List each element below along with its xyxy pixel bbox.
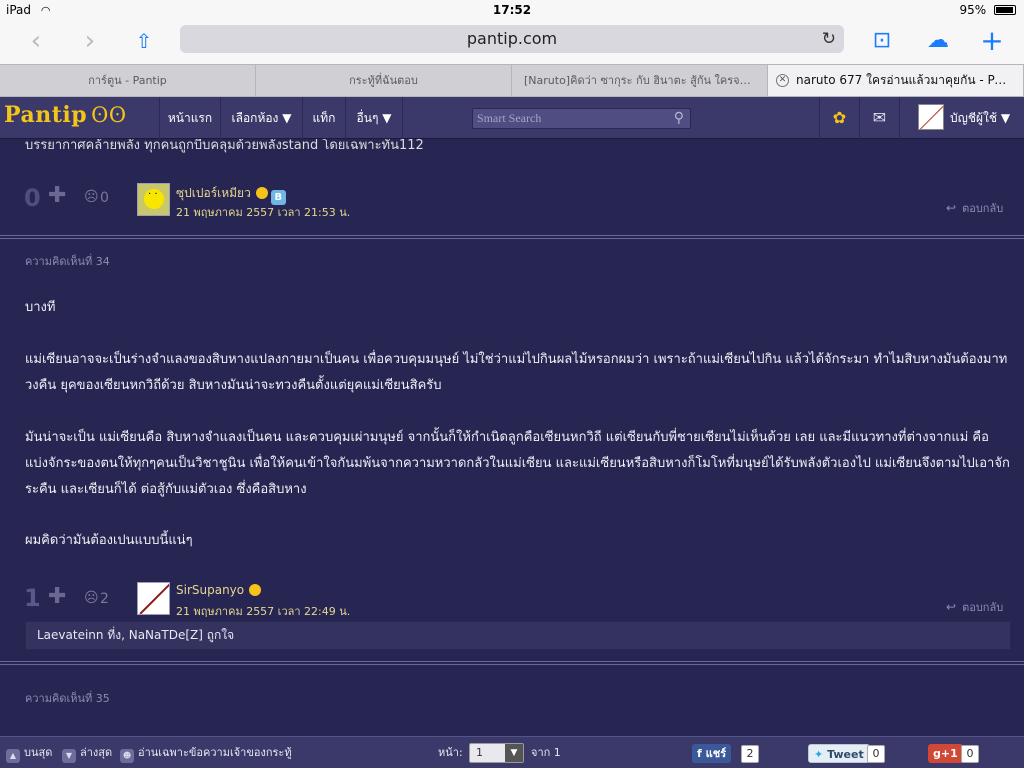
scroll-bottom-label: ล่างสุด xyxy=(80,746,113,759)
scroll-bottom-button[interactable]: ▼ ล่างสุด xyxy=(62,737,112,768)
user-avatar-icon[interactable] xyxy=(918,104,944,130)
nav-select-room[interactable]: เลือกห้อง ▼ xyxy=(220,97,302,139)
post-date: 21 พฤษภาคม 2557 เวลา 21:53 น. xyxy=(176,206,351,219)
url-text: pantip.com xyxy=(466,29,558,48)
mail-icon[interactable]: ✉ xyxy=(859,97,899,139)
browser-tabs: การ์ตูน - Pantip กระทู้ที่ฉันตอบ [Naruto… xyxy=(0,64,1024,97)
emotion-count: 2 xyxy=(100,591,109,607)
likes-summary: Laevateinn ที่ง, NaNaTDe[Z] ถูกใจ xyxy=(25,621,1011,650)
tab-my-replies[interactable]: กระทู้ที่ฉันตอบ xyxy=(256,65,512,96)
pantip-logo[interactable]: Pantip ʘʘ xyxy=(4,102,127,128)
share-icon[interactable]: ⇧ xyxy=(128,26,160,58)
smart-search: ⚲ xyxy=(472,108,691,129)
bookmarks-icon[interactable]: ⊡ xyxy=(866,26,898,58)
tweet-button[interactable]: ✦ Tweet xyxy=(808,744,870,763)
page-label: หน้า: xyxy=(438,746,463,759)
reply-label: ตอบกลับ xyxy=(962,601,1004,614)
battery-percent: 95% xyxy=(959,3,987,17)
avatar[interactable] xyxy=(137,582,170,615)
close-tab-icon[interactable]: ✕ xyxy=(776,74,789,87)
thread-content: บรรยากาศคล้ายพลัง ทุกคนถูกบีบคลุมด้วยพลั… xyxy=(0,139,1024,736)
reply-button[interactable]: ↩ ตอบกลับ xyxy=(946,199,1003,217)
chat-icon[interactable]: ✿ xyxy=(819,97,859,139)
status-right: 95% xyxy=(959,3,1016,17)
tab-cartoon[interactable]: การ์ตูน - Pantip xyxy=(0,65,256,96)
facebook-share-button[interactable]: f แชร์ xyxy=(692,744,732,763)
emotion-icon[interactable]: ☹ xyxy=(84,590,99,606)
arrow-up-icon: ▲ xyxy=(6,749,20,763)
status-time: 17:52 xyxy=(492,3,532,17)
forward-icon[interactable]: › xyxy=(74,26,106,58)
emoticon-icon xyxy=(249,584,262,596)
back-icon[interactable]: ‹ xyxy=(20,26,52,58)
google-plus-button[interactable]: g+1 xyxy=(928,744,963,763)
account-label[interactable]: บัญชีผู้ใช้ ▼ xyxy=(950,97,1010,139)
page-select-value: 1 xyxy=(476,746,483,759)
comment-divider xyxy=(0,661,1024,665)
google-plus-label: +1 xyxy=(940,747,958,760)
pantip-navbar: Pantip ʘʘ หน้าแรก เลือกห้อง ▼ แท็ก อื่นๆ … xyxy=(0,97,1024,139)
facebook-share-count: 2 xyxy=(741,745,759,763)
vote-count: 0 xyxy=(24,184,41,212)
search-icon[interactable]: ⚲ xyxy=(674,109,684,128)
reply-label: ตอบกลับ xyxy=(962,202,1004,215)
emotion-icon[interactable]: ☹ xyxy=(84,189,99,205)
battery-icon xyxy=(994,5,1016,15)
google-plus-count: 0 xyxy=(961,745,979,763)
emoticon-icon xyxy=(255,187,268,199)
page-select[interactable]: 1 ▼ xyxy=(469,743,524,763)
page-total: จาก 1 xyxy=(531,746,561,759)
owner-only-button[interactable]: ☻ อ่านเฉพาะข้อความเจ้าของกระทู้ xyxy=(120,737,292,768)
username[interactable]: SirSupanyo xyxy=(176,583,262,597)
google-plus-icon: g xyxy=(933,747,941,760)
scroll-top-label: บนสุด xyxy=(24,746,53,759)
plus-vote-icon[interactable]: ✚ xyxy=(48,183,66,208)
vote-count: 1 xyxy=(24,584,41,612)
icloud-tabs-icon[interactable]: ☁ xyxy=(922,26,954,58)
comment-paragraph: ผมคิดว่ามันต้องเปนแบบนี้แน่ๆ xyxy=(25,533,193,548)
reply-icon: ↩ xyxy=(946,201,957,215)
new-tab-icon[interactable]: + xyxy=(976,26,1008,58)
facebook-share-label: แชร์ xyxy=(705,747,727,760)
plus-vote-icon[interactable]: ✚ xyxy=(48,584,66,609)
browser-toolbar: ‹ › ⇧ pantip.com ↻ ⊡ ☁ + xyxy=(0,20,1024,64)
username-text: SirSupanyo xyxy=(176,583,245,597)
scroll-top-button[interactable]: ▲ บนสุด xyxy=(6,737,52,768)
facebook-icon: f xyxy=(697,747,702,760)
logo-mark: ʘʘ xyxy=(91,103,127,127)
reload-icon[interactable]: ↻ xyxy=(822,25,836,53)
chevron-down-icon: ▼ xyxy=(505,744,523,762)
tweet-count: 0 xyxy=(867,745,885,763)
tweet-label: Tweet xyxy=(827,748,864,761)
tab-naruto-sakura[interactable]: [Naruto]คิดว่า ซากุระ กับ ฮินาตะ สู้กัน … xyxy=(512,65,768,96)
logo-text: Pantip xyxy=(4,102,88,128)
nav-home[interactable]: หน้าแรก xyxy=(159,97,220,139)
tab-title: naruto 677 ใครอ่านแล้วมาคุยกัน - Pantip xyxy=(796,73,1024,87)
address-bar[interactable]: pantip.com ↻ xyxy=(180,25,844,53)
username-text: ซุปเปอร์เหมียว xyxy=(176,186,251,200)
twitter-icon: ✦ xyxy=(814,748,824,761)
reply-button[interactable]: ↩ ตอบกลับ xyxy=(946,598,1003,616)
avatar[interactable] xyxy=(137,183,170,216)
bottom-toolbar: ▲ บนสุด ▼ ล่างสุด ☻ อ่านเฉพาะข้อความเจ้าของ… xyxy=(0,736,1024,768)
user-filter-icon: ☻ xyxy=(120,749,134,763)
arrow-down-icon: ▼ xyxy=(62,749,76,763)
previous-comment-text: บรรยากาศคล้ายพลัง ทุกคนถูกบีบคลุมด้วยพลั… xyxy=(25,139,424,153)
username[interactable]: ซุปเปอร์เหมียว B xyxy=(176,184,286,205)
owner-only-label: อ่านเฉพาะข้อความเจ้าของกระทู้ xyxy=(138,746,292,759)
nav-tags[interactable]: แท็ก xyxy=(302,97,345,139)
comment-number: ความคิดเห็นที่ 34 xyxy=(25,255,110,268)
comment-paragraph: บางที xyxy=(25,300,56,315)
emotion-count: 0 xyxy=(100,190,109,206)
nav-more[interactable]: อื่นๆ ▼ xyxy=(345,97,403,139)
comment-paragraph: แม่เซียนอาจจะเป็นร่างจำแลงของสิบหางแปลงก… xyxy=(25,352,1008,393)
comment-paragraph: มันน่าจะเป็น แม่เซียนคือ สิบหางจำแลงเป็น… xyxy=(25,430,1010,497)
search-input[interactable] xyxy=(473,109,663,128)
reply-icon: ↩ xyxy=(946,600,957,614)
tab-naruto-677[interactable]: ✕ naruto 677 ใครอ่านแล้วมาคุยกัน - Panti… xyxy=(768,65,1024,96)
post-date: 21 พฤษภาคม 2557 เวลา 22:49 น. xyxy=(176,605,351,618)
comment-divider xyxy=(0,235,1024,239)
ios-status-bar: iPad ◠ 17:52 95% xyxy=(0,0,1024,20)
comment-number: ความคิดเห็นที่ 35 xyxy=(25,692,110,705)
